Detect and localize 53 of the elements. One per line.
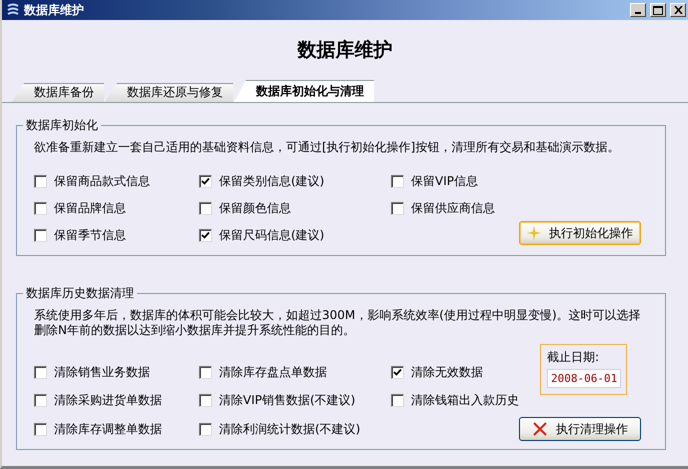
app-icon (6, 3, 20, 17)
checkbox-label[interactable]: 保留供应商信息 (411, 200, 495, 216)
checkbox-label[interactable]: 保留类别信息(建议) (219, 172, 324, 190)
group-title: 数据库历史数据清理 (23, 285, 137, 302)
checkbox-label[interactable]: 清除钱箱出入款历史 (411, 392, 519, 410)
checkbox[interactable] (34, 394, 47, 408)
sparkle-icon (527, 226, 541, 240)
checkbox[interactable] (34, 366, 47, 378)
checkbox-label[interactable]: 清除利润统计数据(不建议) (219, 420, 360, 438)
close-icon (674, 6, 682, 14)
tab[interactable]: 数据库备份 (12, 83, 104, 102)
window-title: 数据库维护 (24, 2, 85, 18)
checkbox[interactable] (199, 174, 212, 188)
checkbox[interactable] (391, 394, 404, 408)
checkbox-label[interactable]: 保留商品款式信息 (54, 172, 150, 190)
checkbox[interactable] (199, 202, 212, 214)
checkbox-label[interactable]: 保留颜色信息 (219, 200, 291, 216)
checkbox-label[interactable]: 清除库存盘点单数据 (219, 364, 327, 380)
group-title: 数据库初始化 (23, 117, 101, 134)
maximize-icon (653, 6, 663, 14)
checkbox-label[interactable]: 保留品牌信息 (54, 200, 126, 216)
date-label: 截止日期: (547, 349, 600, 366)
checkbox[interactable] (34, 228, 47, 242)
checkbox-label[interactable]: 保留尺码信息(建议) (219, 226, 324, 244)
checkbox-label[interactable]: 清除库存调整单数据 (54, 420, 162, 438)
page-heading: 数据库维护 (296, 38, 394, 63)
minimize-button[interactable] (630, 3, 646, 17)
checkbox[interactable] (391, 366, 404, 378)
clean-button[interactable]: 执行清理操作 (519, 417, 641, 441)
cross-icon (532, 421, 548, 437)
checkbox[interactable] (34, 422, 47, 436)
checkbox[interactable] (199, 394, 212, 408)
tab[interactable]: 数据库还原与修复 (105, 83, 233, 102)
close-button[interactable] (670, 3, 686, 17)
tab[interactable]: 数据库初始化与清理 (234, 80, 374, 102)
description: 欲准备重新建立一套自己适用的基础资料信息，可通过[执行初始化操作]按钮，清理所有交易和基础演示数据。 (33, 139, 620, 155)
maximize-button[interactable] (650, 3, 666, 17)
checkbox-label[interactable]: 保留季节信息 (54, 226, 126, 244)
initialize-button[interactable]: 执行初始化操作 (519, 221, 641, 245)
date-field[interactable]: 2008-06-01 (547, 369, 621, 388)
checkbox-label[interactable]: 清除无效数据 (411, 364, 483, 380)
checkbox[interactable] (199, 422, 212, 436)
checkbox-label[interactable]: 保留VIP信息 (411, 172, 478, 190)
checkbox[interactable] (199, 366, 212, 378)
checkbox[interactable] (199, 228, 212, 242)
checkbox-label[interactable]: 清除销售业务数据 (54, 364, 150, 380)
checkbox[interactable] (391, 202, 404, 214)
checkbox-label[interactable]: 清除VIP销售数据(不建议) (219, 392, 356, 410)
checkbox[interactable] (34, 202, 47, 214)
checkbox[interactable] (391, 174, 404, 188)
description: 系统使用多年后，数据库的体积可能会比较大，如超过300M，影响系统效率(使用过程中明显变慢)。这时可以选择删除N年前的数据以达到缩小数据库并提升系统性能的目的。 (33, 307, 642, 338)
checkbox[interactable] (34, 174, 47, 188)
checkbox-label[interactable]: 清除采购进货单数据 (54, 392, 162, 410)
